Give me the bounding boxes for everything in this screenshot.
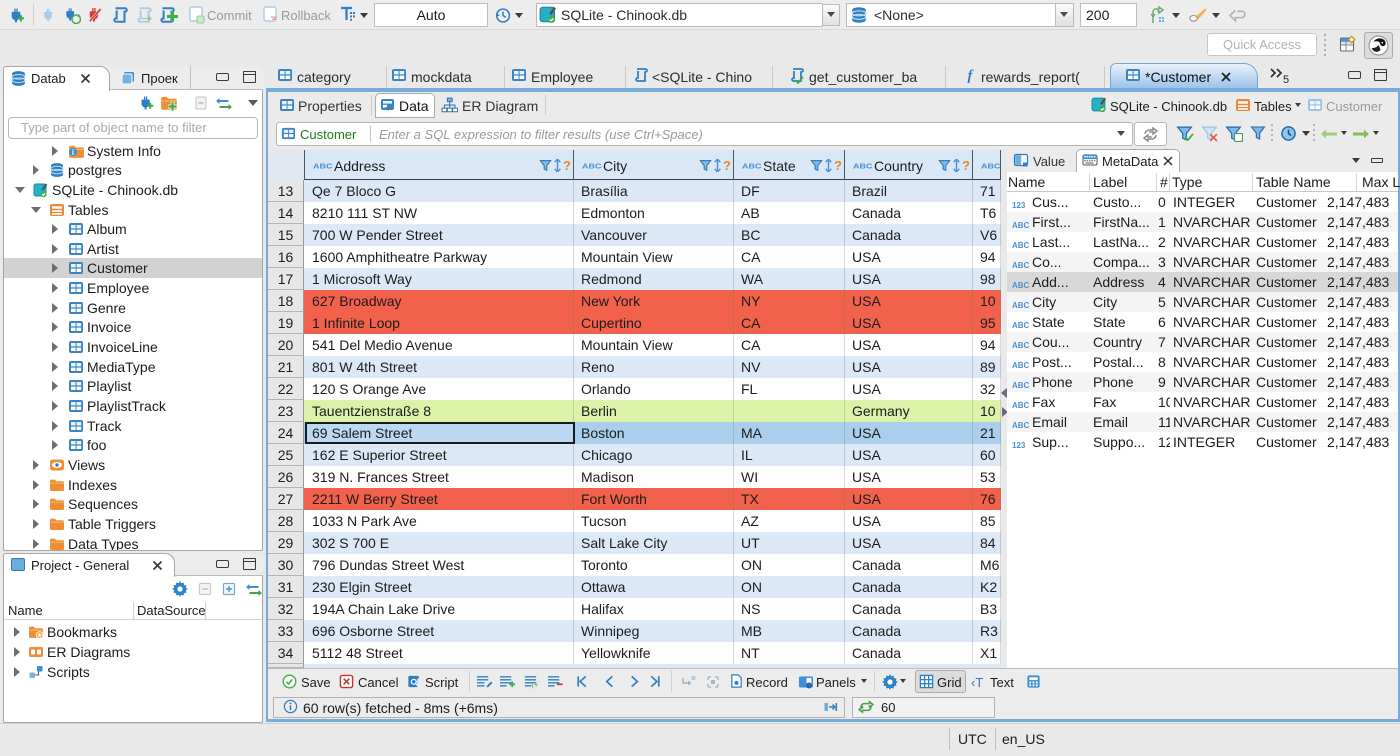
svg-text:i: i [72,148,74,157]
svg-text:<>: <> [384,106,392,113]
